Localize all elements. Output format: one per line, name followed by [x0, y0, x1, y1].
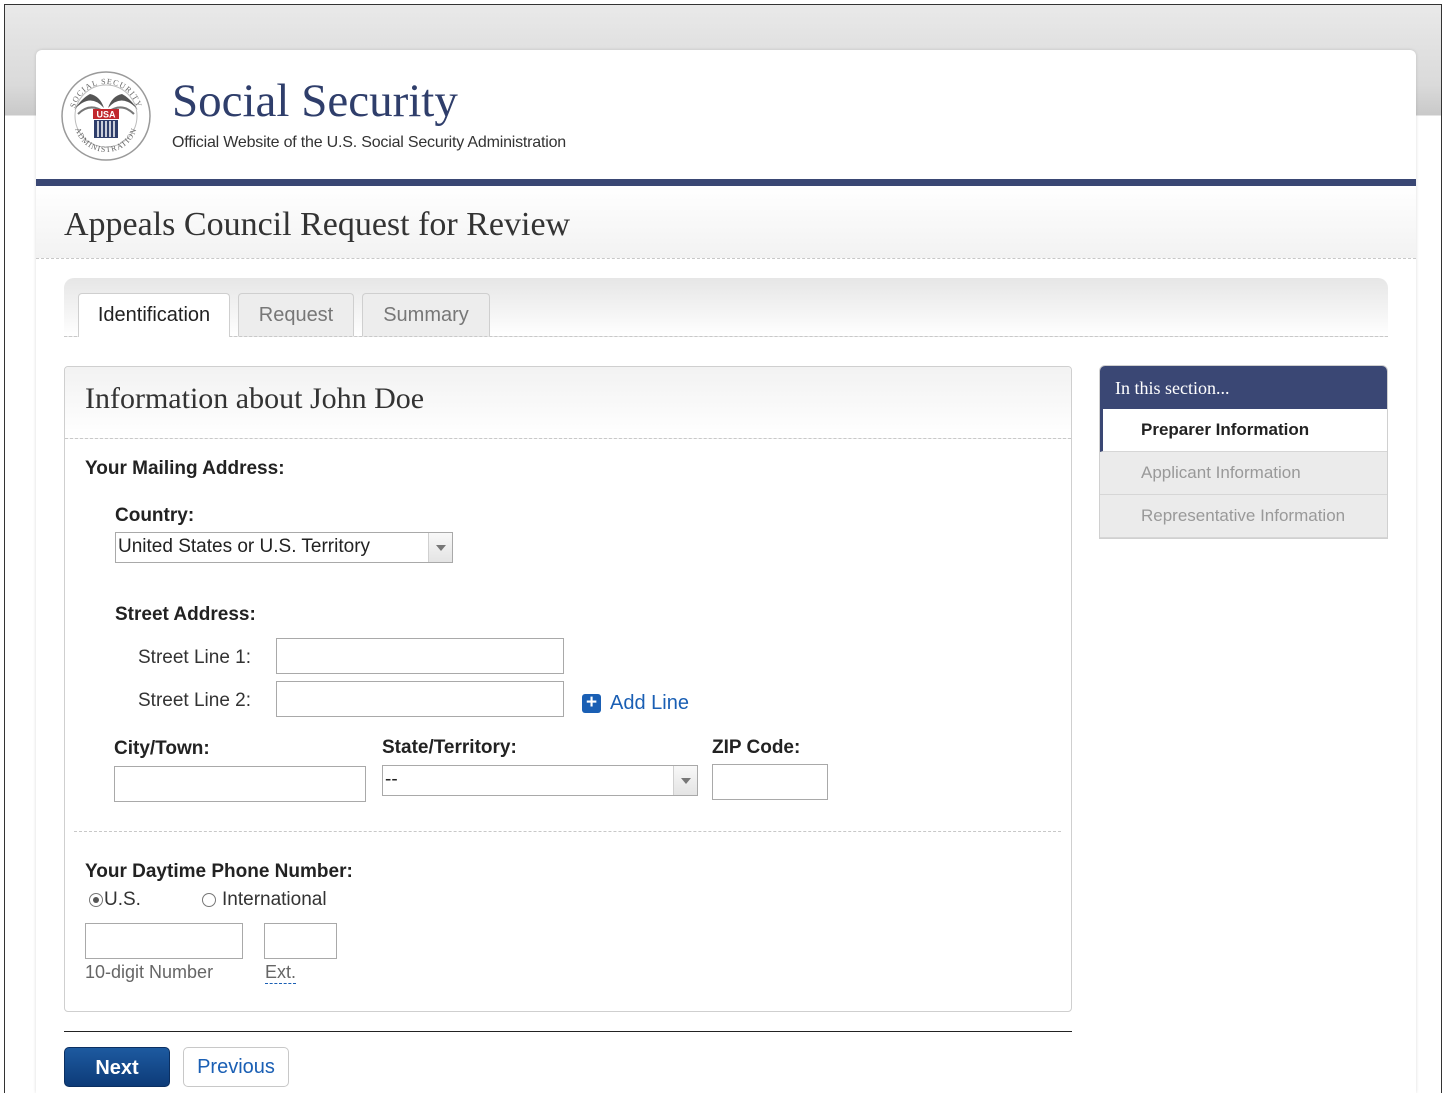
street-line2-label: Street Line 2: [138, 690, 252, 711]
country-select-value: United States or U.S. Territory [118, 536, 371, 557]
tab-identification[interactable]: Identification [78, 293, 230, 337]
country-select[interactable]: United States or U.S. Territory [115, 532, 453, 563]
phone-ext-hint[interactable]: Ext. [265, 962, 297, 984]
brand-subtitle: Official Website of the U.S. Social Secu… [172, 134, 567, 151]
chevron-down-icon [673, 766, 697, 795]
zip-label: ZIP Code: [712, 737, 801, 758]
sidebar-item-preparer-information[interactable]: Preparer Information [1100, 409, 1387, 452]
country-label: Country: [115, 505, 195, 526]
street-address-heading: Street Address: [115, 604, 256, 625]
state-select[interactable]: -- [382, 765, 698, 796]
tab-request[interactable]: Request [238, 293, 354, 336]
plus-icon: + [582, 693, 601, 713]
phone-us-label[interactable]: U.S. [104, 889, 141, 911]
brand-title[interactable]: Social Security [172, 74, 458, 128]
mailing-address-heading: Your Mailing Address: [85, 458, 285, 479]
page-container: USA SOCIAL SECURITY ADMINISTRATION Socia… [36, 50, 1416, 1093]
sidebar-item-applicant-information[interactable]: Applicant Information [1100, 452, 1387, 495]
add-line-label: Add Line [610, 692, 689, 714]
panel-header: Information about John Doe [65, 367, 1071, 439]
form-footer-rule [64, 1031, 1072, 1032]
street-line1-input[interactable] [276, 638, 564, 674]
phone-heading: Your Daytime Phone Number: [85, 861, 353, 882]
next-button[interactable]: Next [64, 1047, 170, 1087]
section-sidebar: In this section... Preparer Information … [1099, 365, 1388, 539]
chevron-down-icon [428, 533, 452, 562]
city-label: City/Town: [114, 738, 210, 759]
svg-text:USA: USA [96, 110, 116, 120]
header-divider [36, 179, 1416, 186]
zip-input[interactable] [712, 764, 828, 800]
phone-international-radio[interactable] [202, 893, 216, 907]
section-divider [74, 831, 1061, 832]
street-line2-input[interactable] [276, 681, 564, 717]
state-select-value: -- [385, 769, 398, 790]
phone-ext-input[interactable] [264, 923, 337, 959]
tab-summary[interactable]: Summary [362, 293, 490, 336]
previous-button[interactable]: Previous [183, 1047, 289, 1087]
phone-number-hint: 10-digit Number [85, 962, 214, 982]
phone-number-input[interactable] [85, 923, 243, 959]
phone-international-label[interactable]: International [222, 889, 327, 911]
sidebar-heading: In this section... [1100, 366, 1387, 409]
ssa-seal-icon[interactable]: USA SOCIAL SECURITY ADMINISTRATION [60, 70, 152, 162]
city-input[interactable] [114, 766, 366, 802]
tab-strip: Identification Request Summary [64, 278, 1388, 337]
page-title: Appeals Council Request for Review [64, 206, 571, 243]
state-label: State/Territory: [382, 737, 517, 758]
street-line1-label: Street Line 1: [138, 647, 252, 668]
sidebar-item-representative-information[interactable]: Representative Information [1100, 495, 1387, 538]
phone-us-radio[interactable] [89, 893, 103, 907]
panel-title: Information about John Doe [85, 382, 425, 415]
site-header: USA SOCIAL SECURITY ADMINISTRATION Socia… [36, 50, 1416, 186]
page-title-bar: Appeals Council Request for Review [36, 186, 1416, 259]
